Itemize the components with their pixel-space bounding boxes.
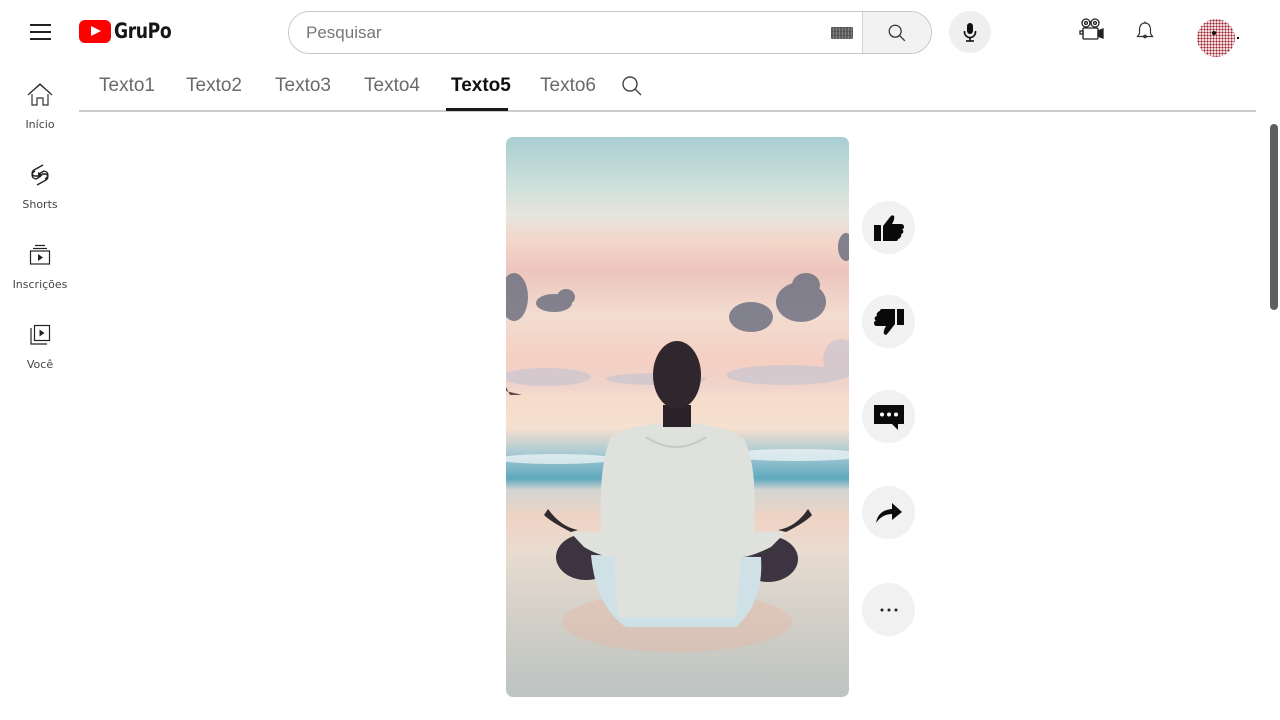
thumbs-up-icon: [873, 214, 904, 241]
create-video-button[interactable]: [1076, 14, 1108, 46]
thumbs-down-icon: [873, 308, 904, 335]
brand-name: GruPo: [114, 19, 172, 43]
hamburger-menu-icon[interactable]: [22, 16, 58, 48]
tab-texto4[interactable]: Texto4: [364, 75, 420, 107]
voice-search-button[interactable]: [949, 11, 991, 53]
search-input[interactable]: [289, 12, 862, 53]
search-button[interactable]: [862, 12, 931, 53]
search-bar: [288, 11, 932, 54]
avatar[interactable]: [1197, 19, 1239, 57]
logo[interactable]: GruPo: [79, 19, 184, 43]
search-icon[interactable]: [620, 74, 646, 100]
library-icon: [30, 324, 51, 345]
short-video-player[interactable]: [506, 137, 849, 697]
search-icon: [888, 24, 906, 41]
sidebar-item-label: Início: [25, 118, 55, 131]
sidebar-item-home[interactable]: Início: [0, 80, 80, 144]
sidebar-item-you[interactable]: Você: [0, 320, 80, 384]
play-logo-icon: [79, 19, 111, 43]
tab-texto1[interactable]: Texto1: [99, 75, 155, 107]
microphone-icon: [963, 23, 977, 42]
tab-texto6[interactable]: Texto6: [540, 75, 596, 107]
comments-button[interactable]: [862, 390, 915, 443]
subscriptions-icon: [29, 244, 51, 265]
tab-texto3[interactable]: Texto3: [275, 75, 331, 107]
tab-texto2[interactable]: Texto2: [186, 75, 242, 107]
active-tab-indicator: [446, 108, 508, 111]
share-button[interactable]: [862, 486, 915, 539]
more-horizontal-icon: [880, 608, 897, 611]
scrollbar[interactable]: [1268, 122, 1280, 720]
home-icon: [27, 83, 53, 106]
sidebar-item-shorts[interactable]: Shorts: [0, 160, 80, 224]
comment-icon: [873, 404, 904, 430]
share-icon: [875, 502, 902, 523]
notifications-button[interactable]: [1130, 16, 1160, 46]
category-tabs: Texto1 Texto2 Texto3 Texto4 Texto5 Texto…: [79, 64, 1256, 112]
like-button[interactable]: [862, 201, 915, 254]
sidebar-item-label: Você: [26, 358, 54, 371]
more-options-button[interactable]: [862, 583, 915, 636]
sidebar-item-label: Shorts: [22, 198, 58, 211]
sidebar-item-label: Inscrições: [12, 278, 68, 291]
video-thumbnail: [506, 233, 849, 652]
shorts-icon: [31, 164, 49, 186]
video-camera-icon: [1079, 18, 1104, 40]
tab-texto5[interactable]: Texto5: [451, 75, 511, 107]
sidebar-item-subscriptions[interactable]: Inscrições: [0, 240, 80, 304]
keyboard-icon[interactable]: [831, 27, 853, 39]
scrollbar-thumb[interactable]: [1270, 124, 1278, 310]
bell-icon: [1136, 21, 1154, 39]
top-bar: GruPo: [0, 0, 1280, 64]
dislike-button[interactable]: [862, 295, 915, 348]
